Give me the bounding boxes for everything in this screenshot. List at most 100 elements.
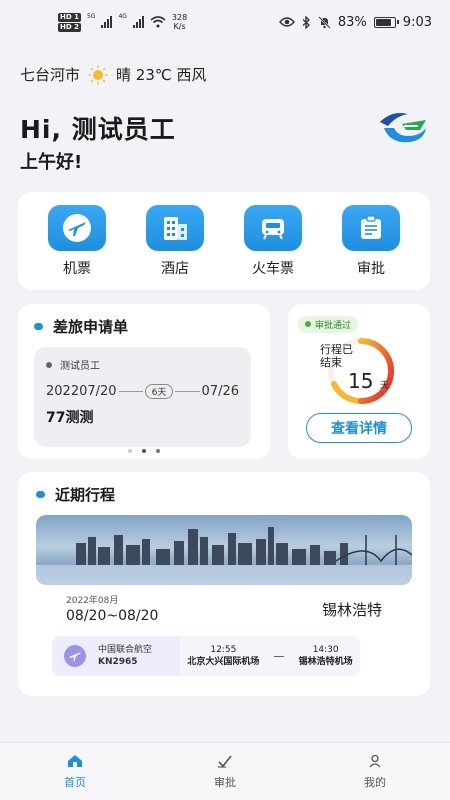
applicant: 测试员工	[46, 357, 239, 372]
check-icon	[218, 755, 232, 768]
greeting-subtitle: 上午好!	[20, 152, 83, 173]
flight-route: 12:55 北京大兴国际机场 14:30 锡林浩特机场	[180, 636, 360, 676]
status-dot-icon	[305, 321, 311, 327]
nav-approval[interactable]: 审批	[150, 743, 300, 800]
trip-gauge: 行程已 结束 15 天	[298, 335, 420, 407]
start-date: 202207/20	[46, 384, 117, 399]
wifi-icon	[150, 16, 166, 28]
battery-icon	[373, 16, 399, 28]
pager-dot[interactable]	[156, 449, 160, 453]
eye-icon	[278, 17, 295, 27]
quick-action-flight[interactable]: 机票	[37, 204, 117, 278]
arrival-airport: 锡林浩特机场	[298, 657, 353, 667]
airline-info: 中国联合航空 KN2965	[98, 644, 180, 668]
gauge-label-line2: 结束	[320, 355, 342, 369]
section-title: 近期行程	[36, 484, 412, 505]
airline-name: 中国联合航空	[98, 645, 153, 655]
date-connector	[118, 391, 143, 392]
user-icon	[369, 754, 381, 767]
application-title: 差旅申请单	[53, 318, 129, 336]
gauge-label: 行程已 结束	[320, 343, 353, 369]
date-range: 202207/20 6天 07/26	[46, 384, 239, 399]
nav-profile[interactable]: 我的	[300, 743, 450, 800]
recent-trips-card: 近期行程 2022年08月 08/20~08/20 锡林浩特 中国联合航空 KN…	[18, 472, 430, 696]
greeting-title: Hi, 测试员工	[20, 115, 176, 144]
nav-label: 首页	[64, 775, 86, 789]
home-icon	[68, 754, 82, 767]
quick-actions-card: 机票 酒店 火车票 审批	[18, 192, 430, 290]
sunny-icon	[88, 65, 108, 85]
city-name: 七台河市	[20, 66, 81, 84]
route-separator	[274, 655, 284, 657]
arrival: 14:30 锡林浩特机场	[299, 644, 353, 668]
pager-dot-active[interactable]	[142, 449, 146, 453]
date-connector	[175, 391, 200, 392]
trip-name: 77测测	[46, 410, 94, 426]
applicant-name: 测试员工	[60, 361, 100, 372]
quick-action-label: 机票	[63, 260, 91, 277]
network-speed: 328 K/s	[172, 13, 187, 31]
plane-icon	[64, 645, 86, 667]
hd-badges: HD 1 HD 2	[58, 12, 81, 32]
days-unit: 天	[379, 380, 389, 391]
hd2-badge: HD 2	[58, 22, 81, 32]
weather-text: 晴 23℃ 西风	[116, 66, 207, 84]
view-details-button[interactable]: 查看详情	[306, 413, 412, 443]
approval-status-card: 审批通过 行程已 结束 15 天 查看详情	[288, 304, 430, 459]
bluetooth-icon	[302, 15, 310, 29]
application-item[interactable]: 测试员工 202207/20 6天 07/26 77测测	[34, 347, 251, 447]
status-bar: HD 1 HD 2 5G 4G 328 K/s 83% 9:03	[0, 0, 450, 44]
quick-action-train[interactable]: 火车票	[233, 204, 313, 278]
signal-icon	[101, 16, 113, 28]
carousel-pager[interactable]	[18, 449, 270, 453]
hd1-badge: HD 1	[58, 12, 81, 22]
departure: 12:55 北京大兴国际机场	[187, 644, 259, 668]
pager-dot[interactable]	[128, 449, 132, 453]
quick-action-approval[interactable]: 审批	[331, 204, 411, 278]
gauge-label-line1: 行程已	[320, 342, 353, 356]
approval-icon	[342, 204, 400, 251]
location-weather[interactable]: 七台河市 晴 23℃ 西风	[20, 64, 207, 85]
speed-value: 328	[171, 13, 188, 22]
battery-percent: 83%	[337, 14, 367, 30]
bottom-navigation: 首页 审批 我的	[0, 742, 450, 800]
network-label-1: 5G	[86, 12, 96, 20]
departure-airport: 北京大兴国际机场	[187, 657, 260, 667]
section-dot-icon	[36, 491, 45, 498]
network-label-2: 4G	[118, 12, 127, 20]
section-title: 差旅申请单	[34, 316, 254, 337]
travel-application-card: 差旅申请单 测试员工 202207/20 6天 07/26 77测测	[18, 304, 270, 459]
clock: 9:03	[402, 14, 432, 30]
days-value: 15	[348, 368, 374, 393]
flight-number-wrap: KN2965	[98, 656, 180, 668]
section-dot-icon	[34, 323, 43, 330]
arrival-time: 14:30	[312, 645, 339, 655]
nav-label: 审批	[214, 775, 236, 789]
status-left: HD 1 HD 2 5G 4G 328 K/s	[58, 12, 187, 32]
signal-icon-2	[132, 16, 144, 28]
gauge-days: 15 天	[348, 369, 389, 393]
nav-home[interactable]: 首页	[0, 743, 150, 800]
recent-title: 近期行程	[55, 486, 116, 504]
quick-action-label: 火车票	[252, 260, 294, 277]
hotel-icon	[146, 204, 204, 251]
trip-date-block: 2022年08月 08/20~08/20	[66, 593, 158, 624]
days-pill: 6天	[144, 384, 174, 399]
trip-info[interactable]: 2022年08月 08/20~08/20 锡林浩特	[66, 593, 382, 624]
trip-dates: 08/20~08/20	[66, 608, 159, 624]
quick-action-hotel[interactable]: 酒店	[135, 204, 215, 278]
company-logo	[380, 113, 426, 143]
greeting: Hi, 测试员工 上午好!	[20, 110, 176, 174]
speed-unit: K/s	[173, 22, 186, 31]
quick-action-label: 审批	[357, 260, 385, 277]
end-date: 07/26	[201, 384, 240, 399]
city-banner-image	[36, 515, 412, 585]
quick-action-label: 酒店	[161, 260, 189, 277]
flight-ticket-icon	[48, 204, 106, 251]
trip-destination: 锡林浩特	[321, 601, 382, 619]
trip-month: 2022年08月	[66, 596, 119, 606]
departure-time: 12:55	[210, 645, 237, 655]
mute-bell-icon	[318, 15, 331, 29]
flight-segment[interactable]: 中国联合航空 KN2965 12:55 北京大兴国际机场 14:30 锡林浩特机…	[52, 636, 360, 676]
status-right: 83% 9:03	[278, 14, 432, 30]
